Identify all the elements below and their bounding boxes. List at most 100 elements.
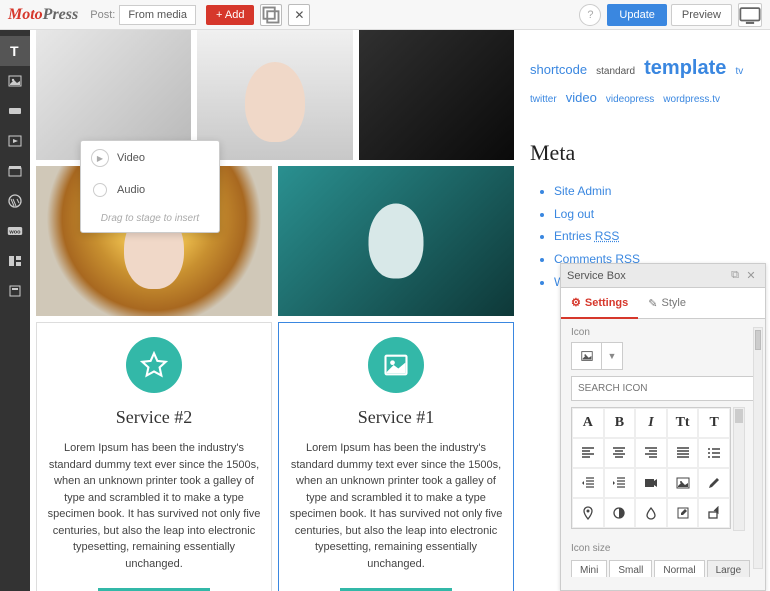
icon-adjust[interactable] — [604, 498, 636, 528]
icon-align-right[interactable] — [635, 438, 667, 468]
services-row: Service #2 Lorem Ipsum has been the indu… — [30, 316, 520, 591]
help-button[interactable]: ? — [579, 4, 601, 26]
tag[interactable]: shortcode — [530, 62, 587, 77]
tag[interactable]: standard — [596, 66, 635, 77]
icon-share[interactable] — [698, 498, 730, 528]
gear-icon: ⚙ — [571, 296, 581, 309]
icon-list[interactable] — [698, 438, 730, 468]
topbar: MotoPress Post: From media + Add ✕ ? Upd… — [0, 0, 770, 30]
tag[interactable]: tv — [735, 66, 743, 77]
logo-sub: Press — [43, 6, 79, 23]
popup-label: Audio — [117, 184, 145, 196]
tag[interactable]: template — [644, 57, 726, 79]
service-text: Lorem Ipsum has been the industry's stan… — [47, 440, 261, 572]
rail-archive-icon[interactable] — [0, 156, 30, 186]
panel-header[interactable]: Service Box ⧉ ✕ — [561, 264, 765, 288]
device-button[interactable] — [738, 3, 762, 27]
rail-wordpress-icon[interactable] — [0, 186, 30, 216]
size-mini[interactable]: Mini — [571, 560, 607, 577]
tag[interactable]: video — [566, 90, 597, 105]
play-icon: ▶ — [91, 149, 109, 167]
logo: MotoPress — [8, 6, 78, 24]
close-button[interactable]: ✕ — [288, 4, 310, 26]
tab-style[interactable]: ✎Style — [638, 288, 696, 318]
meta-title: Meta — [530, 140, 760, 166]
icon-font[interactable]: A — [572, 408, 604, 438]
popup-label: Video — [117, 152, 145, 164]
undock-icon[interactable]: ⧉ — [727, 269, 743, 282]
service-card-selected[interactable]: Service #1 Lorem Ipsum has been the indu… — [278, 322, 514, 591]
service-title: Service #1 — [289, 407, 503, 428]
icon-image[interactable] — [667, 468, 699, 498]
icon-tint[interactable] — [635, 498, 667, 528]
scroll-thumb[interactable] — [755, 330, 761, 350]
service-card[interactable]: Service #2 Lorem Ipsum has been the indu… — [36, 322, 272, 591]
icon-italic[interactable]: I — [635, 408, 667, 438]
image-cell[interactable] — [359, 30, 514, 160]
tag[interactable]: wordpress.tv — [663, 94, 720, 105]
tag[interactable]: videopress — [606, 94, 654, 105]
meta-link[interactable]: Log out — [554, 203, 760, 226]
tag-cloud: shortcode standard template tv twitter v… — [530, 50, 760, 110]
panel-scrollbar[interactable] — [753, 327, 763, 569]
rail-media-icon[interactable] — [0, 126, 30, 156]
rail-text-icon[interactable]: T — [0, 36, 30, 66]
preview-button[interactable]: Preview — [671, 4, 732, 26]
icon-align-center[interactable] — [604, 438, 636, 468]
icon-textwidth[interactable]: T — [698, 408, 730, 438]
icon-video[interactable] — [635, 468, 667, 498]
star-icon — [126, 337, 182, 393]
icon-pencil[interactable] — [698, 468, 730, 498]
meta-link[interactable]: Site Admin — [554, 180, 760, 203]
popup-hint: Drag to stage to insert — [81, 205, 219, 232]
chevron-down-icon[interactable]: ▼ — [602, 343, 622, 369]
tool-rail: T woo — [0, 30, 30, 591]
icon-marker[interactable] — [572, 498, 604, 528]
size-small[interactable]: Small — [609, 560, 652, 577]
post-label: Post: — [90, 9, 115, 21]
image-cell[interactable] — [278, 166, 514, 316]
rail-woo-icon[interactable]: woo — [0, 216, 30, 246]
meta-link[interactable]: Entries RSS — [554, 225, 760, 248]
image-cell[interactable] — [197, 30, 352, 160]
close-icon[interactable]: ✕ — [743, 269, 759, 282]
icon-edit[interactable] — [667, 498, 699, 528]
icon-align-left[interactable] — [572, 438, 604, 468]
size-normal[interactable]: Normal — [654, 560, 704, 577]
icon-outdent[interactable] — [572, 468, 604, 498]
update-button[interactable]: Update — [607, 4, 666, 26]
search-icon-input[interactable] — [571, 376, 755, 401]
size-buttons: Mini Small Normal Large — [571, 560, 755, 577]
icon-label: Icon — [571, 327, 755, 338]
audio-icon — [93, 183, 107, 197]
rail-image-icon[interactable] — [0, 66, 30, 96]
icon-textheight[interactable]: Tt — [667, 408, 699, 438]
icon-bold[interactable]: B — [604, 408, 636, 438]
rail-button-icon[interactable] — [0, 96, 30, 126]
icon-picker[interactable]: ▼ — [571, 342, 623, 370]
popup-item-audio[interactable]: Audio — [81, 175, 219, 205]
tag[interactable]: twitter — [530, 94, 557, 105]
icon-grid-scrollbar[interactable] — [733, 407, 745, 531]
post-title[interactable]: From media — [119, 5, 196, 25]
tab-settings[interactable]: ⚙ Settings — [561, 288, 638, 319]
size-large[interactable]: Large — [707, 560, 751, 577]
tab-label: Style — [662, 297, 686, 309]
tab-label: Settings — [585, 297, 628, 309]
logo-main: Moto — [8, 6, 43, 23]
icon-grid: A B I Tt T — [571, 407, 731, 529]
svg-text:woo: woo — [8, 229, 21, 235]
image-icon — [368, 337, 424, 393]
add-button[interactable]: + Add — [206, 5, 254, 25]
properties-panel[interactable]: Service Box ⧉ ✕ ⚙ Settings ✎Style Icon ▼ … — [560, 263, 766, 591]
insert-popup: ▶ Video Audio Drag to stage to insert — [80, 140, 220, 233]
icon-align-justify[interactable] — [667, 438, 699, 468]
panel-body: Icon ▼ A B I Tt T — [561, 319, 765, 577]
canvas[interactable]: Service #2 Lorem Ipsum has been the indu… — [30, 30, 520, 591]
rail-widget-icon[interactable] — [0, 276, 30, 306]
duplicate-button[interactable] — [260, 4, 282, 26]
panel-tabs: ⚙ Settings ✎Style — [561, 288, 765, 319]
icon-indent[interactable] — [604, 468, 636, 498]
rail-layout-icon[interactable] — [0, 246, 30, 276]
popup-item-video[interactable]: ▶ Video — [81, 141, 219, 175]
